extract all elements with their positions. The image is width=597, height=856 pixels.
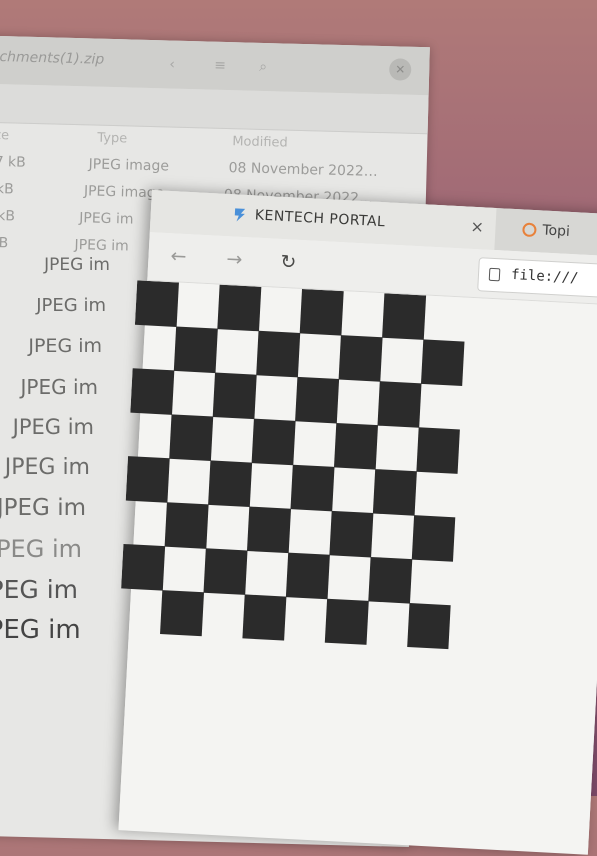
firefox-tab-icon: [522, 222, 537, 238]
checker-square: [295, 376, 340, 424]
back-icon[interactable]: ‹: [169, 56, 175, 72]
search-icon[interactable]: ⌕: [259, 59, 267, 75]
list-item[interactable]: JPEG im: [0, 615, 110, 655]
checker-square: [159, 590, 205, 637]
list-item[interactable]: JPEG im: [0, 575, 110, 615]
list-item[interactable]: JPEG im: [0, 375, 110, 415]
list-item[interactable]: JPEG im: [0, 535, 110, 575]
list-item[interactable]: JPEG im: [0, 495, 110, 535]
column-size[interactable]: Size: [0, 128, 9, 144]
forward-arrow-icon[interactable]: →: [226, 248, 243, 271]
file-icon: [488, 267, 501, 282]
checker-square: [208, 460, 253, 508]
row-type: JPEG im: [79, 210, 134, 228]
checker-square: [377, 381, 422, 428]
checker-square: [285, 552, 330, 600]
close-icon[interactable]: ✕: [388, 58, 412, 81]
row-type: JPEG im: [74, 237, 129, 255]
row-size: kB: [0, 208, 16, 225]
tab-title: KENTECH PORTAL: [254, 207, 386, 231]
checker-square: [203, 548, 248, 595]
checker-square: [121, 543, 166, 591]
checker-square: [290, 464, 335, 512]
row-modified: 08 November 2022…: [228, 160, 378, 180]
column-modified[interactable]: Modified: [232, 134, 288, 150]
checker-square: [368, 556, 413, 604]
checker-square: [251, 418, 296, 466]
list-item[interactable]: JPEG im: [0, 335, 110, 375]
checker-square: [134, 280, 179, 327]
checker-square: [338, 335, 383, 382]
url-text: file:///: [510, 266, 579, 287]
list-item[interactable]: JPEG im: [0, 295, 110, 335]
file-type-list: JPEG im JPEG im JPEG im JPEG im JPEG im …: [0, 255, 110, 655]
checker-square: [372, 469, 417, 516]
url-bar[interactable]: file:///: [477, 257, 597, 300]
tab-close-icon[interactable]: ×: [470, 217, 484, 237]
checker-square: [324, 598, 369, 646]
checker-square: [416, 427, 461, 474]
archive-title: chments(1).zip: [0, 49, 105, 68]
checker-square: [130, 368, 175, 415]
reload-icon[interactable]: ↻: [280, 251, 297, 274]
checker-square: [246, 506, 292, 554]
checker-square: [125, 456, 170, 503]
list-item[interactable]: JPEG im: [0, 455, 110, 495]
browser-window: KENTECH PORTAL × Topi ← → ↻ file:///: [118, 190, 597, 855]
checker-square: [217, 284, 262, 332]
checker-square: [212, 372, 257, 420]
checker-square: [420, 339, 465, 387]
checker-square: [164, 502, 209, 549]
list-item[interactable]: JPEG im: [0, 415, 110, 455]
checker-square: [333, 422, 379, 470]
row-size: kB: [0, 180, 14, 198]
row-size: B: [0, 235, 9, 252]
checker-square: [407, 603, 452, 650]
checker-square: [329, 510, 374, 558]
menu-icon[interactable]: ≡: [214, 58, 226, 74]
checker-square: [173, 326, 218, 374]
checkerboard-image: [121, 280, 465, 650]
row-type: JPEG image: [88, 156, 170, 175]
tab-topic[interactable]: Topi: [542, 222, 570, 239]
checker-square: [382, 293, 427, 340]
checker-square: [256, 330, 301, 378]
back-arrow-icon[interactable]: ←: [170, 245, 187, 268]
checker-square: [169, 414, 214, 461]
column-type[interactable]: Type: [97, 131, 127, 147]
list-item[interactable]: JPEG im: [0, 255, 110, 295]
kentech-logo-icon: [234, 208, 246, 222]
checker-square: [299, 288, 344, 336]
page-content: [118, 280, 597, 855]
checker-square: [411, 515, 456, 562]
row-size: 7 kB: [0, 153, 26, 171]
checker-square: [242, 594, 287, 642]
